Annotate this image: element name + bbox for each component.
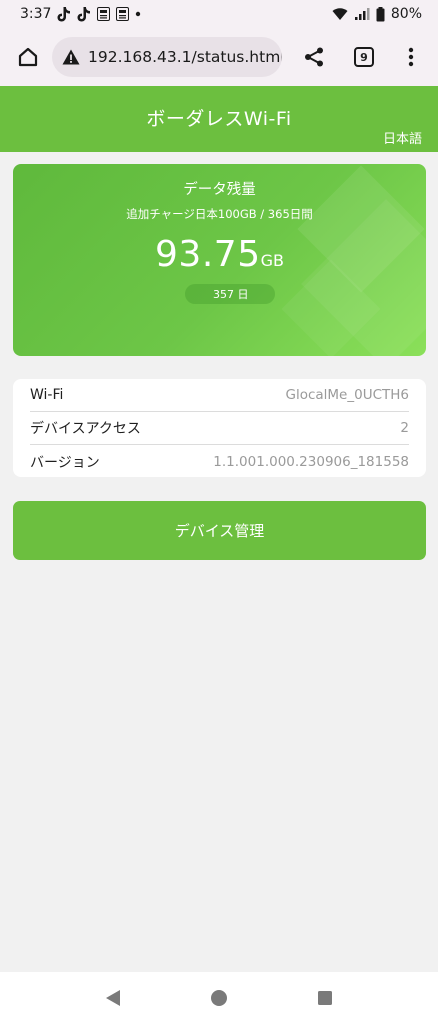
signal-icon (354, 7, 370, 21)
page-title: ボーダレスWi-Fi (146, 108, 292, 130)
address-bar[interactable]: 192.168.43.1/status.html (52, 37, 282, 77)
nav-recents-button[interactable] (310, 983, 340, 1013)
data-remaining-title: データ残量 (183, 182, 256, 198)
nav-back-button[interactable] (98, 983, 128, 1013)
info-row-device-access: デバイスアクセス 2 (30, 412, 409, 445)
more-vertical-icon (408, 47, 414, 67)
system-navigation-bar (0, 972, 438, 1024)
tiktok-notification-icon (77, 6, 91, 22)
days-remaining-badge: 357 日 (185, 284, 275, 304)
info-label: Wi-Fi (30, 387, 64, 403)
nav-home-button[interactable] (204, 983, 234, 1013)
info-value: 2 (400, 420, 409, 436)
battery-percent: 80% (390, 6, 422, 22)
info-value: 1.1.001.000.230906_181558 (213, 453, 409, 470)
language-switch[interactable]: 日本語 (383, 128, 422, 147)
battery-icon (376, 6, 385, 22)
home-button[interactable] (10, 39, 46, 75)
device-info-list: Wi-Fi GlocalMe_0UCTH6 デバイスアクセス 2 バージョン 1… (13, 379, 426, 477)
share-button[interactable] (296, 39, 332, 75)
data-remaining-amount: 93.75GB (13, 234, 426, 275)
info-label: デバイスアクセス (30, 421, 141, 437)
app-header: ボーダレスWi-Fi 日本語 (0, 86, 438, 152)
browser-menu-button[interactable] (396, 39, 426, 75)
info-row-version: バージョン 1.1.001.000.230906_181558 (30, 445, 409, 478)
back-triangle-icon (106, 990, 120, 1006)
data-amount-value: 93.75 (155, 234, 261, 275)
browser-toolbar: 192.168.43.1/status.html 9 (0, 28, 438, 86)
data-remaining-card: データ残量 追加チャージ日本100GB / 365日間 93.75GB 357 … (13, 164, 426, 356)
tiktok-notification-icon (57, 6, 71, 22)
url-text[interactable]: 192.168.43.1/status.html (88, 48, 282, 66)
status-time: 3:37 (20, 6, 52, 22)
device-management-button[interactable]: デバイス管理 (13, 501, 426, 560)
home-circle-icon (211, 990, 227, 1006)
not-secure-warning-icon[interactable] (62, 49, 80, 65)
share-icon (305, 47, 323, 67)
news-notification-icon (97, 7, 111, 21)
tab-count[interactable]: 9 (354, 47, 374, 67)
info-label: バージョン (30, 454, 100, 471)
more-notifications-dot-icon (135, 11, 141, 17)
home-icon (18, 47, 38, 67)
info-row-wifi: Wi-Fi GlocalMe_0UCTH6 (30, 379, 409, 412)
wifi-icon (332, 7, 348, 21)
data-amount-unit: GB (260, 251, 284, 270)
plan-description: 追加チャージ日本100GB / 365日間 (126, 207, 313, 221)
recents-square-icon (318, 991, 332, 1005)
tab-switcher-button[interactable]: 9 (346, 39, 382, 75)
status-bar: 3:37 80% (0, 0, 438, 28)
news-notification-icon (116, 7, 130, 21)
info-value: GlocalMe_0UCTH6 (285, 387, 409, 403)
